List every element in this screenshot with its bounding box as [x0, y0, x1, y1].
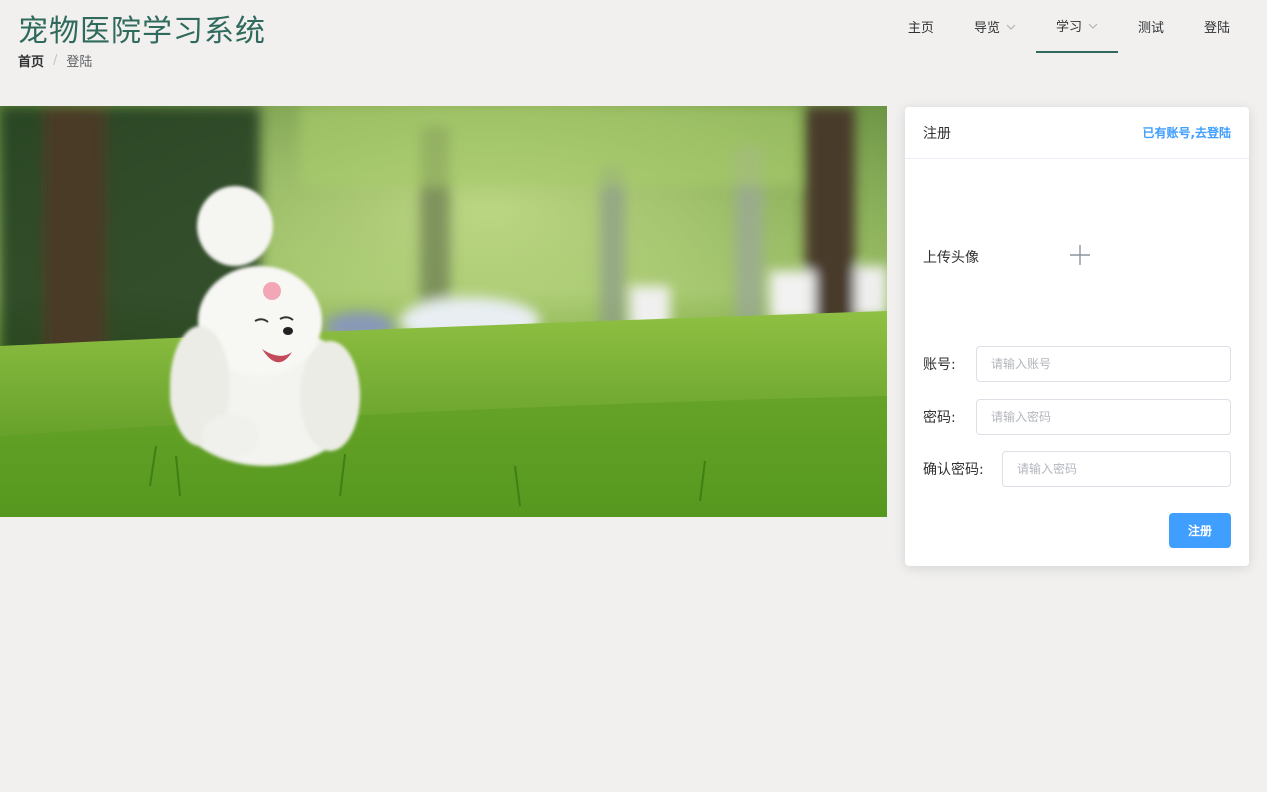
chevron-down-icon — [1088, 23, 1098, 29]
register-card: 注册 已有账号,去登陆 上传头像 账号: 密码: 确认密码: 注册 — [905, 107, 1249, 566]
hero-image — [0, 106, 887, 517]
nav-item-home[interactable]: 主页 — [888, 0, 954, 53]
avatar-label: 上传头像 — [923, 250, 979, 266]
nav-item-label: 学习 — [1055, 20, 1082, 35]
confirm-password-label: 确认密码: — [923, 462, 984, 478]
breadcrumb-current: 登陆 — [66, 55, 93, 70]
nav-item-test[interactable]: 测试 — [1118, 0, 1184, 53]
breadcrumb-separator: / — [53, 53, 58, 68]
password-label: 密码: — [923, 410, 956, 426]
confirm-password-input[interactable] — [1002, 451, 1231, 487]
nav-item-label: 登陆 — [1203, 21, 1230, 36]
card-header: 注册 已有账号,去登陆 — [905, 107, 1249, 159]
nav-item-guide[interactable]: 导览 — [954, 0, 1036, 53]
account-input[interactable] — [976, 346, 1231, 382]
top-nav: 主页 导览 学习 测试 登陆 — [888, 0, 1250, 53]
account-label: 账号: — [923, 357, 956, 373]
breadcrumb: 首页 / 登陆 — [18, 51, 92, 70]
nav-item-login[interactable]: 登陆 — [1184, 0, 1250, 53]
plus-icon — [1070, 245, 1090, 265]
nav-item-label: 主页 — [907, 21, 934, 36]
breadcrumb-home[interactable]: 首页 — [18, 51, 44, 70]
avatar-row: 上传头像 — [923, 247, 1043, 267]
chevron-down-icon — [1006, 24, 1016, 30]
nav-item-label: 测试 — [1137, 21, 1164, 36]
nav-item-label: 导览 — [973, 21, 1000, 36]
account-row: 账号: — [923, 346, 1231, 382]
register-button[interactable]: 注册 — [1169, 513, 1231, 548]
page-title: 宠物医院学习系统 — [18, 14, 266, 49]
card-title: 注册 — [923, 125, 951, 142]
avatar-uploader[interactable] — [1050, 225, 1110, 285]
nav-item-study[interactable]: 学习 — [1035, 0, 1118, 53]
dog-on-grass-image — [0, 106, 887, 517]
password-row: 密码: — [923, 399, 1231, 435]
confirm-password-row: 确认密码: — [923, 451, 1231, 487]
go-login-link[interactable]: 已有账号,去登陆 — [1142, 124, 1231, 141]
password-input[interactable] — [976, 399, 1231, 435]
